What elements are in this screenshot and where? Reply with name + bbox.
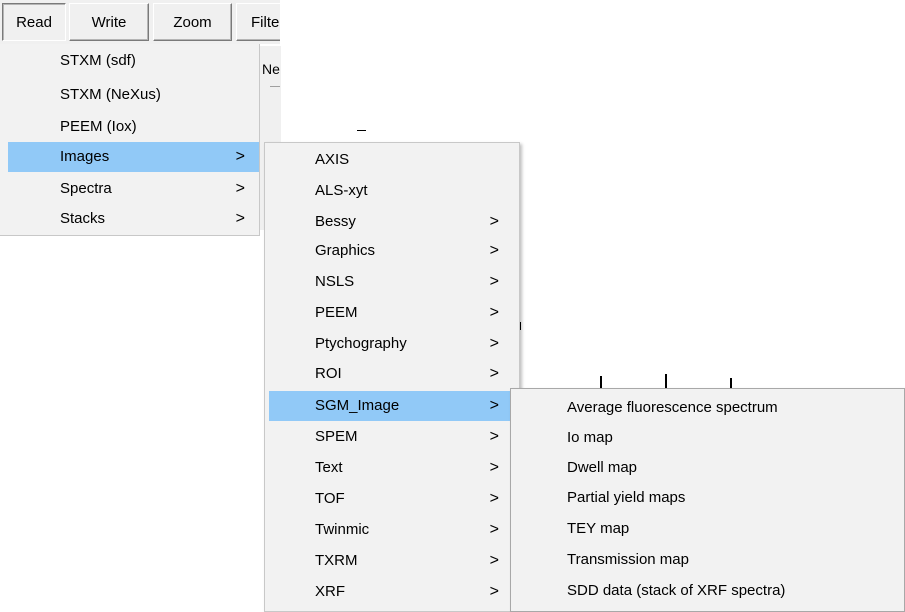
menu-item-bessy[interactable]: Bessy > <box>269 207 515 237</box>
menu-item-label: SPEM <box>315 428 358 445</box>
menu-item-io-map[interactable]: Io map <box>511 423 904 453</box>
menu-item-txrm[interactable]: TXRM > <box>269 546 515 576</box>
menu-item-label: XRF <box>315 583 345 600</box>
divider <box>270 86 280 87</box>
chevron-right-icon: > <box>489 273 499 290</box>
chevron-right-icon: > <box>235 180 245 197</box>
menu-item-label: TXRM <box>315 552 358 569</box>
chevron-right-icon: > <box>489 459 499 476</box>
menu-item-axis[interactable]: AXIS <box>269 145 515 175</box>
menu-item-peem[interactable]: PEEM > <box>269 298 515 328</box>
menu-item-partial-yield-maps[interactable]: Partial yield maps <box>511 483 904 513</box>
menu-item-label: STXM (sdf) <box>60 52 136 69</box>
background-mark <box>600 376 602 388</box>
menu-item-label: Ptychography <box>315 335 407 352</box>
chevron-right-icon: > <box>489 397 499 414</box>
menu-read[interactable]: Read <box>2 3 66 41</box>
menu-item-label: STXM (NeXus) <box>60 86 161 103</box>
chevron-right-icon: > <box>235 148 245 165</box>
menu-item-label: Io map <box>567 429 613 446</box>
chevron-right-icon: > <box>489 552 499 569</box>
menu-item-label: Bessy <box>315 213 356 230</box>
menu-item-nsls[interactable]: NSLS > <box>269 267 515 297</box>
background-mark <box>730 378 732 388</box>
read-menu: STXM (sdf) STXM (NeXus) PEEM (Iox) Image… <box>0 44 260 236</box>
menu-item-ptychography[interactable]: Ptychography > <box>269 329 515 359</box>
menu-item-images[interactable]: Images > <box>8 142 259 172</box>
menu-item-label: NSLS <box>315 273 355 290</box>
menu-item-tof[interactable]: TOF > <box>269 484 515 514</box>
menu-item-label: PEEM (Iox) <box>60 118 137 135</box>
menu-item-xrf[interactable]: XRF > <box>269 577 515 607</box>
menu-item-spem[interactable]: SPEM > <box>269 422 515 452</box>
menu-item-dwell-map[interactable]: Dwell map <box>511 453 904 483</box>
images-submenu: AXIS ALS-xyt Bessy > Graphics > NSLS > P… <box>264 142 520 612</box>
menu-item-label: Graphics <box>315 242 376 259</box>
menu-item-spectra[interactable]: Spectra > <box>8 174 259 204</box>
menu-item-label: Images <box>60 148 110 165</box>
menu-item-label: AXIS <box>315 151 350 168</box>
menu-item-label: Twinmic <box>315 521 370 538</box>
menu-item-text[interactable]: Text > <box>269 453 515 483</box>
menu-item-label: Text <box>315 459 343 476</box>
menu-item-peem-iox[interactable]: PEEM (Iox) <box>8 112 259 142</box>
menu-item-label: ROI <box>315 365 342 382</box>
menu-item-label: TEY map <box>567 520 630 537</box>
menu-item-label: ALS-xyt <box>315 182 368 199</box>
menu-item-sdd-data[interactable]: SDD data (stack of XRF spectra) <box>511 576 904 606</box>
background-tab[interactable]: Ne <box>262 52 280 86</box>
menu-item-label: Partial yield maps <box>567 489 686 506</box>
menu-item-label: Stacks <box>60 210 106 227</box>
chevron-right-icon: > <box>489 428 499 445</box>
menu-item-stxm-nexus[interactable]: STXM (NeXus) <box>8 80 259 110</box>
menu-item-stxm-sdf[interactable]: STXM (sdf) <box>8 46 259 76</box>
chevron-right-icon: > <box>489 335 499 352</box>
menu-item-label: SDD data (stack of XRF spectra) <box>567 582 786 599</box>
menu-item-label: Transmission map <box>567 551 689 568</box>
background-mark <box>357 130 366 131</box>
chevron-right-icon: > <box>489 583 499 600</box>
menu-item-stacks[interactable]: Stacks > <box>8 204 259 234</box>
chevron-right-icon: > <box>489 365 499 382</box>
menu-item-label: PEEM <box>315 304 358 321</box>
menu-item-tey-map[interactable]: TEY map <box>511 514 904 544</box>
chevron-right-icon: > <box>489 304 499 321</box>
menu-item-label: Average fluorescence spectrum <box>567 399 778 416</box>
menubar: Read Write Zoom Filte <box>0 0 280 44</box>
chevron-right-icon: > <box>489 213 499 230</box>
chevron-right-icon: > <box>489 242 499 259</box>
menu-item-roi[interactable]: ROI > <box>269 359 515 389</box>
chevron-right-icon: > <box>489 490 499 507</box>
menu-zoom[interactable]: Zoom <box>153 3 232 41</box>
chevron-right-icon: > <box>489 521 499 538</box>
menu-item-label: TOF <box>315 490 345 507</box>
menu-item-sgm-image[interactable]: SGM_Image > <box>269 391 515 421</box>
background-mark <box>665 374 667 388</box>
menu-item-average-fluorescence-spectrum[interactable]: Average fluorescence spectrum <box>511 393 904 423</box>
menu-item-transmission-map[interactable]: Transmission map <box>511 545 904 575</box>
menu-item-twinmic[interactable]: Twinmic > <box>269 515 515 545</box>
sgm-image-submenu: Average fluorescence spectrum Io map Dwe… <box>510 388 905 612</box>
menu-item-label: Spectra <box>60 180 112 197</box>
menu-filter[interactable]: Filte <box>236 3 280 41</box>
menu-write[interactable]: Write <box>69 3 149 41</box>
menu-item-als-xyt[interactable]: ALS-xyt <box>269 176 515 206</box>
menu-item-label: Dwell map <box>567 459 638 476</box>
menu-item-graphics[interactable]: Graphics > <box>269 236 515 266</box>
chevron-right-icon: > <box>235 210 245 227</box>
menu-item-label: SGM_Image <box>315 397 400 414</box>
